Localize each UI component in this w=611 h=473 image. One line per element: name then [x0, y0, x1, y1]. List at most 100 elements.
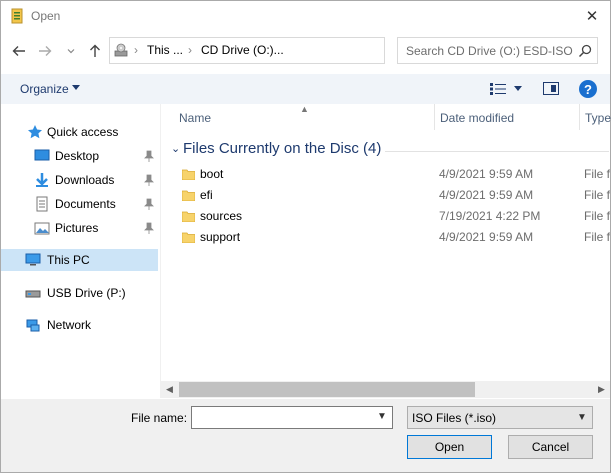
column-separator[interactable] — [579, 104, 580, 130]
view-caret-icon[interactable] — [514, 86, 522, 91]
document-icon — [36, 196, 48, 212]
scrollbar-thumb[interactable] — [179, 382, 475, 397]
organize-button[interactable]: Organize — [20, 82, 69, 96]
file-type-filter-value: ISO Files (*.iso) — [412, 411, 497, 425]
column-header-type[interactable]: Type — [585, 111, 611, 125]
file-name-label: File name: — [131, 411, 188, 425]
chevron-down-icon: ▼ — [577, 412, 587, 423]
sidebar-item-label: Downloads — [55, 173, 115, 187]
file-type: File folder — [584, 167, 610, 181]
usb-drive-icon — [25, 290, 41, 298]
folder-icon — [182, 232, 195, 243]
pin-icon[interactable] — [144, 222, 154, 234]
up-button[interactable] — [85, 41, 105, 61]
breadcrumb-this-pc[interactable]: This ... — [147, 43, 183, 57]
close-button[interactable]: ✕ — [579, 4, 605, 28]
search-icon — [578, 44, 592, 58]
file-row-efi[interactable]: efi 4/9/2021 9:59 AM File folder — [161, 185, 610, 206]
back-arrow-icon — [12, 46, 25, 56]
file-type: File folder — [584, 230, 610, 244]
sidebar-item-label: Desktop — [55, 149, 100, 163]
scroll-right-icon[interactable]: ▶ — [593, 381, 610, 398]
pin-icon[interactable] — [144, 198, 154, 210]
file-name-dropdown-icon[interactable]: ▼ — [377, 411, 387, 422]
column-header-name[interactable]: Name — [179, 111, 211, 125]
close-icon: ✕ — [585, 8, 599, 25]
sort-arrow-icon: ▲ — [300, 104, 309, 114]
file-name: sources — [200, 209, 243, 223]
network-icon — [26, 319, 40, 332]
column-separator[interactable] — [434, 104, 435, 130]
file-type-filter[interactable]: ISO Files (*.iso) ▼ — [407, 406, 593, 429]
open-button[interactable]: Open — [407, 435, 492, 459]
sidebar-item-quick-access[interactable]: Quick access — [1, 121, 158, 143]
sidebar-item-this-pc[interactable]: This PC — [1, 249, 158, 271]
search-box[interactable]: Search CD Drive (O:) ESD-ISO — [397, 37, 598, 64]
chevron-down-icon — [67, 49, 75, 54]
sidebar-item-network[interactable]: Network — [1, 314, 158, 336]
file-row-sources[interactable]: sources 7/19/2021 4:22 PM File folder — [161, 206, 610, 227]
forward-button[interactable] — [35, 41, 55, 61]
group-collapse-icon[interactable]: ⌄ — [171, 142, 180, 155]
sidebar-item-label: USB Drive (P:) — [47, 286, 126, 300]
file-date: 4/9/2021 9:59 AM — [439, 188, 534, 202]
breadcrumb-separator: › — [188, 43, 192, 57]
bottom-panel: File name: ▼ ISO Files (*.iso) ▼ Open Ca… — [1, 399, 610, 472]
pin-icon[interactable] — [144, 174, 154, 186]
folder-icon — [182, 211, 195, 222]
command-bar: Organize ? — [1, 74, 610, 104]
open-dialog: Open ✕ › This ... › CD Drive (O:)... ⌄ ↻… — [0, 0, 611, 473]
recent-locations-button[interactable] — [64, 41, 78, 61]
sidebar-item-label: Documents — [55, 197, 116, 211]
sidebar-item-label: Pictures — [55, 221, 99, 235]
pin-icon[interactable] — [144, 150, 154, 162]
download-icon — [36, 173, 48, 187]
preview-pane-icon[interactable] — [543, 82, 559, 95]
cd-drive-icon — [114, 43, 128, 57]
help-icon[interactable]: ? — [579, 80, 597, 98]
sidebar-item-label: Network — [47, 318, 92, 332]
group-divider — [385, 151, 609, 152]
file-date: 4/9/2021 9:59 AM — [439, 230, 534, 244]
file-type: File folder — [584, 188, 610, 202]
file-row-support[interactable]: support 4/9/2021 9:59 AM File folder — [161, 227, 610, 248]
breadcrumb-cd-drive[interactable]: CD Drive (O:)... — [201, 43, 284, 57]
back-button[interactable] — [9, 41, 29, 61]
folder-icon — [182, 190, 195, 201]
sidebar-item-desktop[interactable]: Desktop — [1, 145, 158, 167]
caret-down-icon — [72, 85, 80, 90]
desktop-icon — [34, 149, 50, 161]
scroll-left-icon[interactable]: ◀ — [161, 381, 178, 398]
file-name: efi — [200, 188, 213, 202]
app-icon — [11, 8, 23, 24]
view-options-icon[interactable] — [489, 82, 507, 96]
folder-icon — [182, 169, 195, 180]
group-header[interactable]: Files Currently on the Disc (4) — [183, 140, 381, 157]
title-bar: Open ✕ — [1, 1, 610, 31]
file-type: File folder — [584, 209, 610, 223]
up-arrow-icon — [90, 44, 100, 57]
sidebar-item-usb-drive[interactable]: USB Drive (P:) — [1, 282, 158, 304]
file-row-boot[interactable]: boot 4/9/2021 9:59 AM File folder — [161, 164, 610, 185]
sidebar-item-pictures[interactable]: Pictures — [1, 217, 158, 239]
star-icon — [28, 125, 42, 139]
sidebar-item-documents[interactable]: Documents — [1, 193, 158, 215]
window-title: Open — [31, 9, 61, 23]
file-name-input[interactable] — [191, 406, 393, 429]
column-header-date[interactable]: Date modified — [440, 111, 514, 125]
cancel-button[interactable]: Cancel — [508, 435, 593, 459]
file-name: boot — [200, 167, 224, 181]
pictures-icon — [34, 222, 50, 235]
search-input[interactable]: Search CD Drive (O:) ESD-ISO — [406, 44, 573, 58]
address-bar[interactable]: › This ... › CD Drive (O:)... ⌄ ↻ — [109, 37, 481, 64]
forward-arrow-icon — [39, 46, 52, 56]
horizontal-scrollbar[interactable]: ◀ ▶ — [161, 381, 610, 398]
navigation-pane: Quick access Desktop Downloads Documents… — [1, 104, 160, 399]
sidebar-item-downloads[interactable]: Downloads — [1, 169, 158, 191]
computer-icon — [25, 253, 41, 266]
sidebar-item-label: Quick access — [47, 125, 119, 139]
breadcrumb-separator: › — [134, 43, 138, 57]
file-name: support — [200, 230, 241, 244]
file-date: 4/9/2021 9:59 AM — [439, 167, 534, 181]
sidebar-item-label: This PC — [47, 253, 90, 267]
